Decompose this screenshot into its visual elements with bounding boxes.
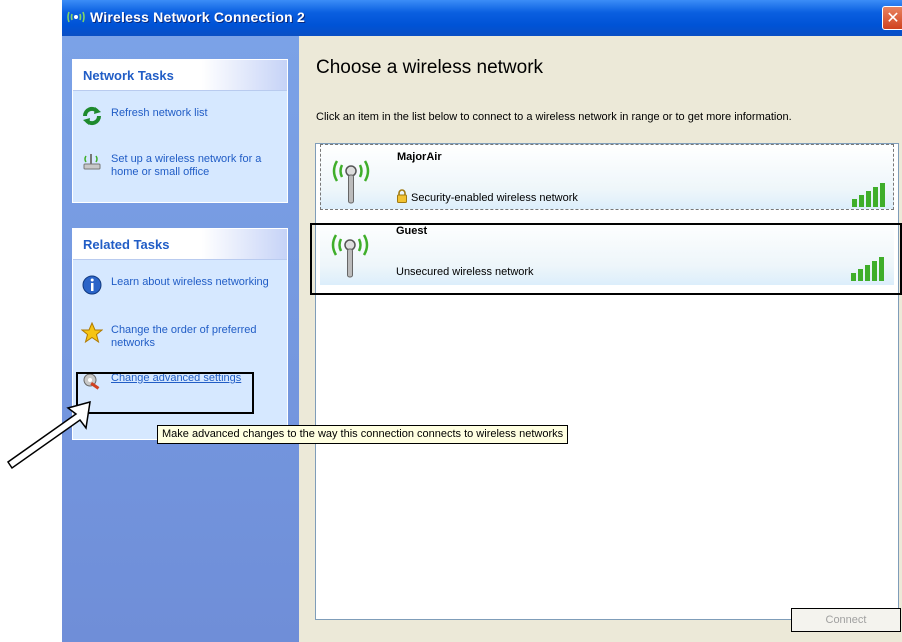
- refresh-network-list-task[interactable]: Refresh network list: [81, 105, 281, 145]
- wireless-network-icon: [67, 11, 85, 23]
- change-network-order-label: Change the order of preferred networks: [111, 324, 257, 349]
- lock-icon: [397, 189, 407, 203]
- close-icon: ✕: [886, 8, 900, 27]
- main-content: Choose a wireless network Click an item …: [299, 36, 902, 642]
- network-tasks-title: Network Tasks: [83, 68, 174, 83]
- refresh-icon: [82, 106, 102, 126]
- star-icon: [81, 322, 103, 344]
- network-tasks-panel: Network Tasks Refresh network list Set u…: [72, 59, 288, 203]
- page-title: Choose a wireless network: [316, 57, 544, 78]
- setup-wireless-network-task[interactable]: Set up a wireless network for a home or …: [81, 151, 281, 191]
- wireless-antenna-icon: [332, 160, 370, 204]
- connect-button[interactable]: Connect: [791, 608, 901, 632]
- pointer-arrow-icon: [6, 400, 91, 470]
- network-status: Security-enabled wireless network: [411, 192, 578, 204]
- learn-wireless-task[interactable]: Learn about wireless networking: [81, 274, 281, 314]
- network-tasks-header[interactable]: Network Tasks: [73, 60, 287, 91]
- related-tasks-header[interactable]: Related Tasks: [73, 229, 287, 260]
- setup-wireless-network-label: Set up a wireless network for a home or …: [111, 153, 262, 178]
- related-tasks-title: Related Tasks: [83, 237, 170, 252]
- window-title: Wireless Network Connection 2: [90, 9, 305, 25]
- task-sidebar: Network Tasks Refresh network list Set u…: [62, 36, 299, 642]
- guest-highlight-box: [310, 223, 902, 295]
- learn-wireless-label: Learn about wireless networking: [111, 276, 269, 288]
- change-network-order-task[interactable]: Change the order of preferred networks: [81, 322, 281, 362]
- network-name: MajorAir: [397, 151, 442, 163]
- network-item-majorair[interactable]: MajorAir Security-enabled wireless netwo…: [320, 144, 894, 210]
- wireless-setup-icon: [83, 154, 101, 170]
- refresh-network-list-label: Refresh network list: [111, 107, 208, 119]
- wireless-network-list[interactable]: MajorAir Security-enabled wireless netwo…: [315, 143, 899, 620]
- wireless-connection-window: Wireless Network Connection 2 ✕ Network …: [62, 0, 902, 642]
- signal-strength-icon: [852, 183, 885, 207]
- title-bar[interactable]: Wireless Network Connection 2 ✕: [62, 0, 902, 36]
- instruction-text: Click an item in the list below to conne…: [316, 111, 792, 123]
- advanced-settings-tooltip: Make advanced changes to the way this co…: [157, 425, 569, 444]
- info-icon: [82, 275, 102, 295]
- close-button[interactable]: ✕: [882, 6, 902, 30]
